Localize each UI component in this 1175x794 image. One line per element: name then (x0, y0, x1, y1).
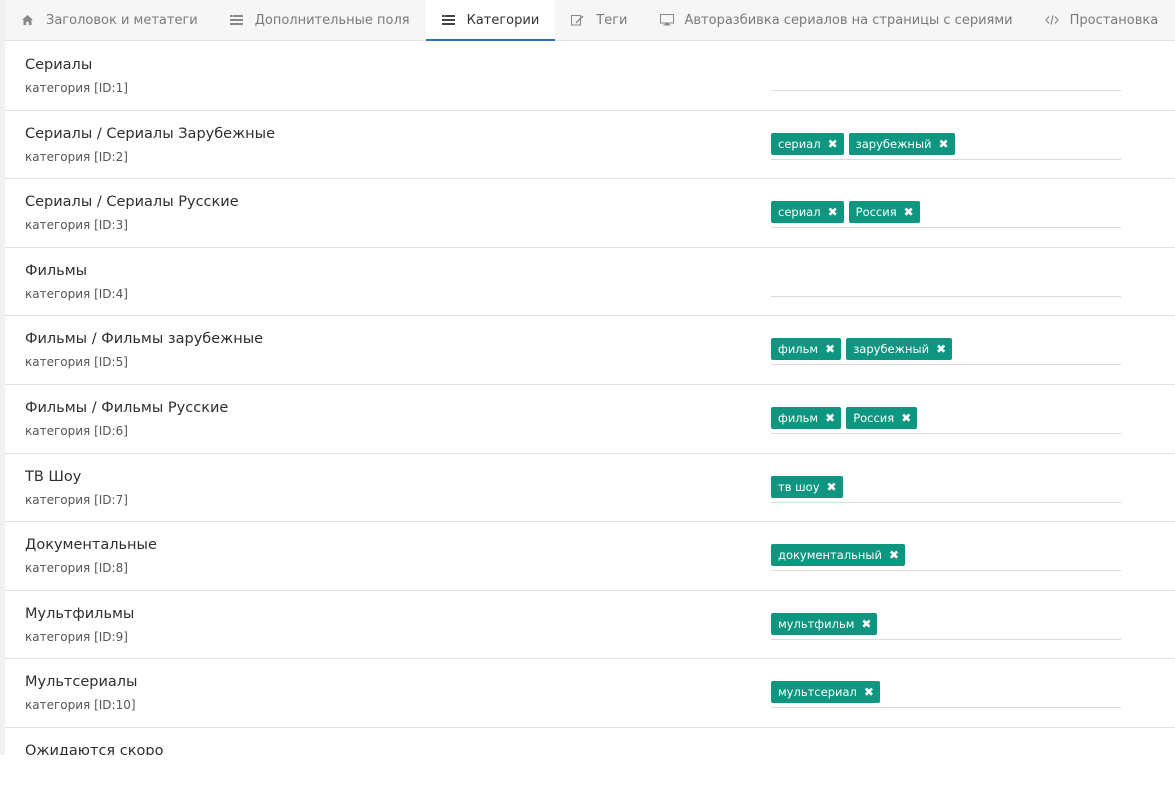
tags-input[interactable] (771, 268, 1121, 297)
tag-remove-icon[interactable]: ✖ (889, 548, 899, 562)
tag-chip: мультфильм ✖ (771, 612, 878, 635)
category-id: категория [ID:7] (25, 492, 128, 507)
tag-chip: фильм ✖ (771, 338, 842, 361)
tab-label: Дополнительные поля (254, 12, 410, 28)
tag-chip: документальный ✖ (771, 544, 906, 567)
category-row: Документальные категория [ID:8] документал… (5, 522, 1175, 591)
tag-remove-icon[interactable]: ✖ (825, 342, 835, 356)
tag-chip: мультсериал ✖ (771, 681, 880, 704)
category-row: ТВ Шоу категория [ID:7] тв шоу ✖ (5, 454, 1175, 523)
tags-input[interactable]: сериал ✖ Россия ✖ (771, 199, 1121, 229)
category-id: категория [ID:3] (25, 218, 128, 233)
category-id: категория [ID:8] (25, 561, 128, 576)
tab-1[interactable]: Заголовок и метатеги (5, 0, 214, 40)
tag-remove-icon[interactable]: ✖ (828, 137, 838, 151)
tag-label: зарубежный (853, 342, 930, 357)
tab-6[interactable]: Простановка (1029, 0, 1175, 40)
list-icon (441, 14, 455, 26)
tag-label: Россия (853, 410, 895, 425)
tag-label: зарубежный (855, 136, 932, 151)
category-title: ТВ Шоу (25, 468, 82, 485)
category-title: Мультфильмы (25, 605, 135, 622)
category-title: Сериалы (25, 57, 93, 73)
tag-chip: сериал ✖ (771, 132, 844, 155)
tags-input[interactable]: фильм ✖ зарубежный ✖ (771, 336, 1121, 366)
tag-remove-icon[interactable]: ✖ (901, 411, 911, 425)
tags-input[interactable]: сериал ✖ зарубежный ✖ (771, 131, 1121, 160)
tag-chip: сериал ✖ (771, 201, 844, 224)
category-id: категория [ID:9] (25, 629, 128, 644)
monitor-icon (659, 14, 674, 26)
category-row: Сериалы / Сериалы Зарубежные категория [I… (5, 111, 1175, 180)
category-title: Мультсериалы (25, 674, 138, 691)
tag-chip: зарубежный ✖ (848, 132, 955, 155)
tag-label: мультфильм (778, 616, 855, 631)
page-frame: Заголовок и метатеги Дополнительные поля К… (0, 0, 1175, 755)
tag-remove-icon[interactable]: ✖ (828, 205, 838, 219)
category-row: Мультсериалы категория [ID:10] мультсериал… (5, 659, 1175, 728)
category-title: Фильмы / Фильмы зарубежные (25, 331, 264, 348)
tag-remove-icon[interactable]: ✖ (939, 137, 949, 151)
category-id: категория [ID:5] (25, 355, 128, 370)
tags-input[interactable]: мультфильм ✖ (771, 611, 1121, 640)
tags-input[interactable]: тв шоу ✖ (771, 474, 1121, 503)
tab-label: Теги (596, 12, 628, 28)
tab-5[interactable]: Авторазбивка сериалов на страницы с сери… (644, 0, 1029, 40)
category-row: Мультфильмы категория [ID:9] мультфильм ✖ (5, 591, 1175, 660)
category-list: Сериалы категория [ID:1] Сериалы / Сериалы… (5, 42, 1175, 755)
category-row: Фильмы категория [ID:4] (5, 248, 1175, 317)
code-icon (1044, 14, 1059, 26)
tag-remove-icon[interactable]: ✖ (864, 685, 874, 699)
list-icon (229, 14, 243, 26)
tab-label: Авторазбивка сериалов на страницы с сери… (684, 12, 1013, 28)
category-title: Ожидаются скоро (25, 742, 164, 755)
category-row: Ожидаются скоро (5, 728, 1175, 755)
tag-remove-icon[interactable]: ✖ (861, 617, 871, 631)
tab-label: Категории (466, 12, 540, 28)
category-id: категория [ID:1] (25, 81, 128, 95)
category-id: категория [ID:6] (25, 423, 128, 438)
category-id: категория [ID:4] (25, 286, 128, 301)
tag-label: тв шоу (778, 479, 820, 494)
tab-2[interactable]: Дополнительные поля (214, 0, 426, 40)
category-row: Фильмы / Фильмы зарубежные категория [ID:… (5, 316, 1175, 385)
tag-label: фильм (778, 410, 819, 425)
category-title: Сериалы / Сериалы Зарубежные (25, 125, 276, 142)
category-title: Фильмы / Фильмы Русские (25, 399, 229, 416)
category-id: категория [ID:10] (25, 698, 136, 713)
category-title: Документальные (25, 537, 157, 554)
tab-3[interactable]: Категории (425, 0, 556, 41)
tags-input[interactable]: документальный ✖ (771, 542, 1121, 572)
category-row: Сериалы / Сериалы Русские категория [ID:3… (5, 179, 1175, 248)
category-row: Сериалы категория [ID:1] (5, 42, 1175, 111)
tag-remove-icon[interactable]: ✖ (825, 411, 835, 425)
tag-label: документальный (778, 548, 882, 563)
tab-label: Заголовок и метатеги (46, 12, 198, 28)
tab-bar: Заголовок и метатеги Дополнительные поля К… (5, 0, 1175, 41)
tag-chip: фильм ✖ (771, 406, 842, 429)
category-title: Сериалы / Сериалы Русские (25, 194, 239, 211)
category-id: категория [ID:2] (25, 149, 128, 164)
tab-label: Простановка (1069, 12, 1159, 28)
category-title: Фильмы (25, 262, 88, 279)
home-icon (21, 14, 34, 26)
tag-chip: тв шоу ✖ (771, 475, 843, 498)
tag-remove-icon[interactable]: ✖ (827, 480, 837, 494)
tag-label: Россия (855, 205, 897, 220)
tag-chip: Россия ✖ (846, 406, 918, 429)
tag-label: сериал (778, 136, 821, 151)
tags-input[interactable]: фильм ✖ Россия ✖ (771, 405, 1121, 434)
category-row: Фильмы / Фильмы Русские категория [ID:6] ф… (5, 385, 1175, 454)
tag-label: мультсериал (778, 685, 857, 700)
tag-remove-icon[interactable]: ✖ (904, 205, 914, 219)
edit-icon (571, 14, 584, 26)
tag-label: сериал (778, 205, 821, 220)
tags-input[interactable] (771, 62, 1121, 91)
tag-label: фильм (778, 342, 819, 357)
tag-remove-icon[interactable]: ✖ (936, 342, 946, 356)
tag-chip: Россия ✖ (848, 201, 920, 224)
tab-4[interactable]: Теги (555, 0, 643, 40)
tags-input[interactable]: мультсериал ✖ (771, 679, 1121, 709)
tag-chip: зарубежный ✖ (846, 338, 953, 361)
